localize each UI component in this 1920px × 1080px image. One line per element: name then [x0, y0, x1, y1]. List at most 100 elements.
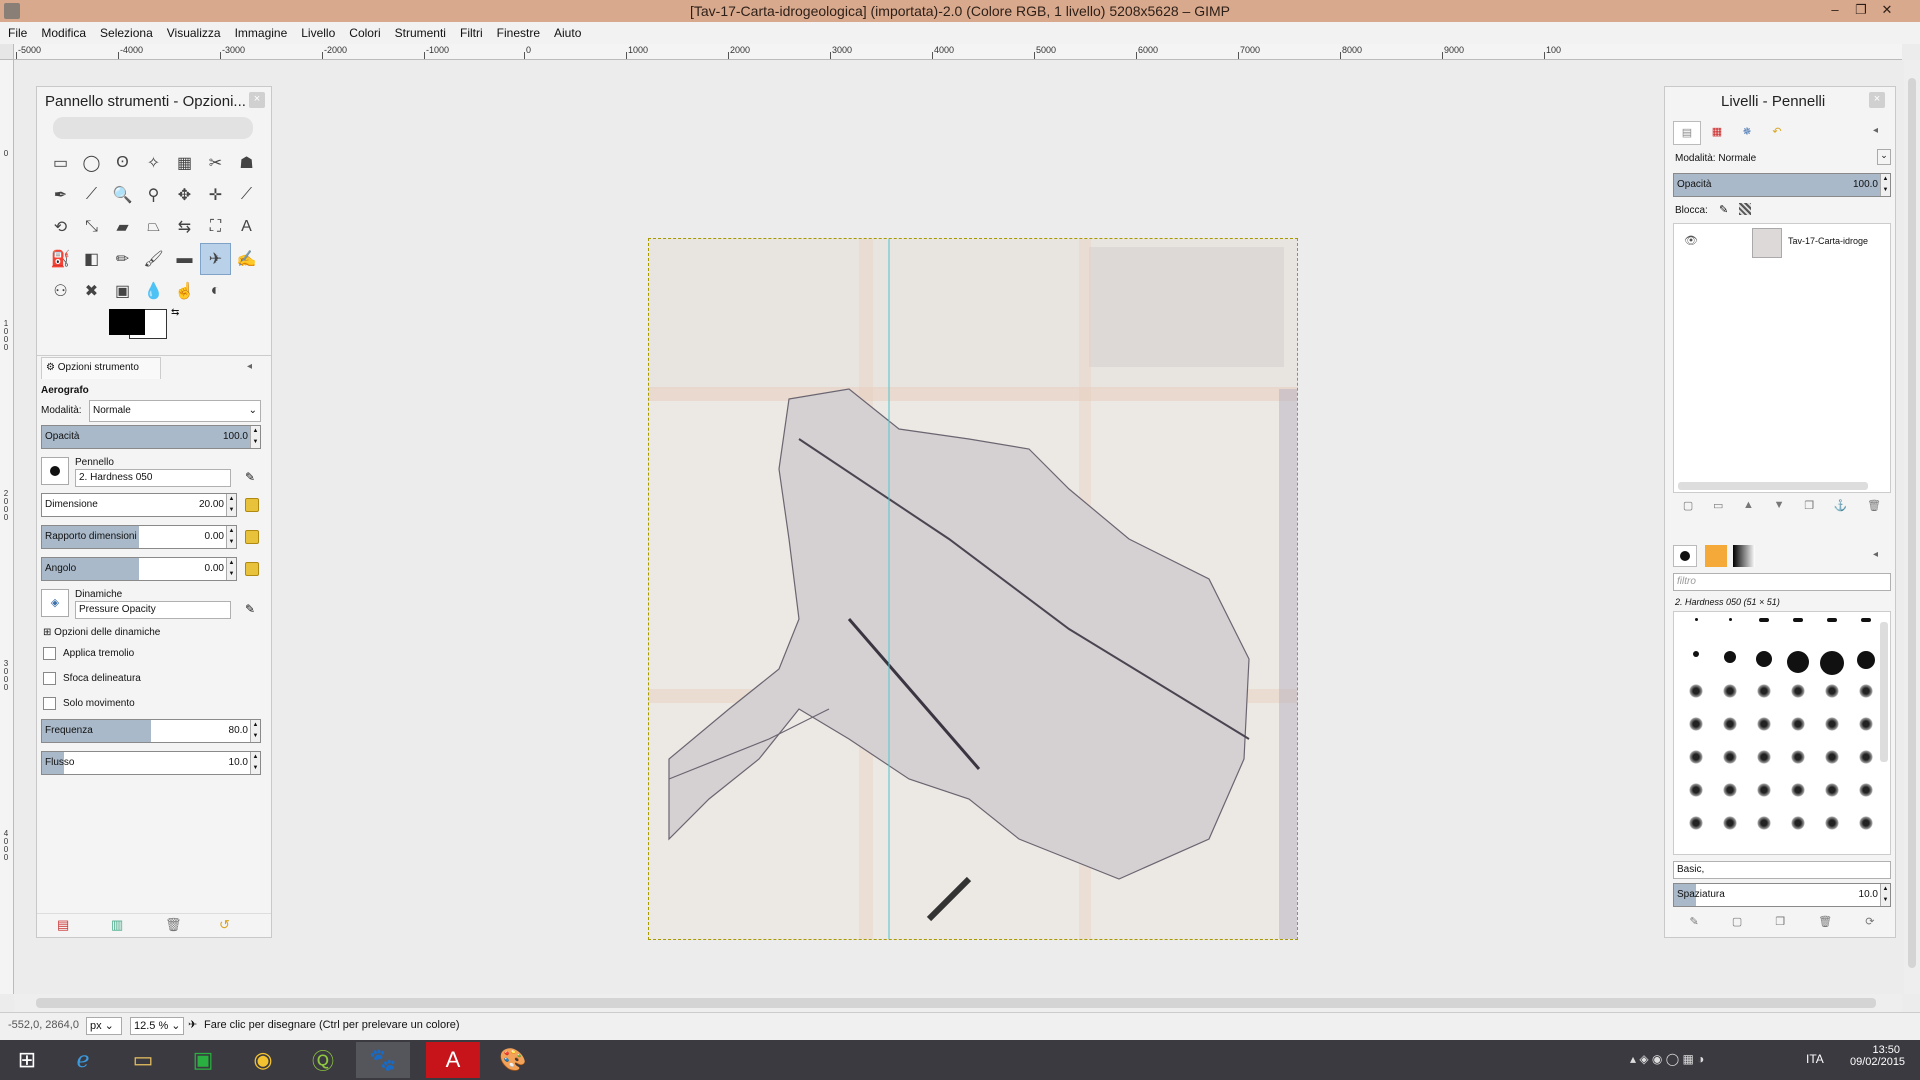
- color-select-icon[interactable]: ▦: [169, 147, 200, 179]
- clone-icon[interactable]: ⚇: [45, 275, 76, 307]
- brush-preset[interactable]: [1825, 684, 1839, 698]
- reset-options-icon[interactable]: ↺: [219, 917, 230, 933]
- dynamics-field[interactable]: Pressure Opacity: [75, 601, 231, 619]
- brush-preset[interactable]: [1723, 717, 1737, 731]
- configure-layers-tab-icon[interactable]: ◂: [1873, 125, 1878, 136]
- gimp-app-icon[interactable]: [4, 3, 20, 19]
- configure-brushes-tab-icon[interactable]: ◂: [1873, 549, 1878, 560]
- configure-tab-icon[interactable]: ◂: [247, 361, 252, 372]
- brush-preset[interactable]: [1757, 783, 1771, 797]
- image-canvas[interactable]: [648, 238, 1298, 940]
- brush-preset[interactable]: [1825, 816, 1839, 830]
- menu-file[interactable]: File: [8, 26, 27, 40]
- motion-only-checkbox[interactable]: [43, 697, 56, 710]
- gimp-taskbar-icon[interactable]: 🐾: [356, 1042, 410, 1078]
- swap-colors-icon[interactable]: ⇆: [171, 307, 179, 318]
- delete-options-icon[interactable]: 🗑: [165, 917, 182, 933]
- ruler-corner[interactable]: [0, 44, 14, 60]
- dynamics-preview-icon[interactable]: ◈: [41, 589, 69, 617]
- brush-tag-input[interactable]: Basic,: [1673, 861, 1891, 879]
- tray-icons[interactable]: ▴ ◈ ◉ ◯ ▦ ◑: [1630, 1052, 1704, 1066]
- anchor-layer-icon[interactable]: ⚓: [1834, 499, 1848, 517]
- minimize-button[interactable]: –: [1822, 0, 1848, 22]
- brush-preset[interactable]: [1859, 684, 1873, 698]
- airbrush-icon[interactable]: ✈: [200, 243, 231, 275]
- paintbrush-icon[interactable]: 🖌: [138, 243, 169, 275]
- align-icon[interactable]: ✛: [200, 179, 231, 211]
- brush-preset[interactable]: [1757, 816, 1771, 830]
- dodge-burn-icon[interactable]: ◐: [200, 275, 231, 307]
- tab-brushes-icon[interactable]: [1673, 545, 1697, 567]
- move-icon[interactable]: ✥: [169, 179, 200, 211]
- brush-grid[interactable]: [1673, 611, 1891, 855]
- rect-select-icon[interactable]: ▭: [45, 147, 76, 179]
- crop-icon[interactable]: ⟋: [231, 179, 262, 211]
- zoom-select[interactable]: 12.5 % ⌄: [130, 1017, 184, 1035]
- brush-preset[interactable]: [1723, 684, 1737, 698]
- dynamics-options-expander[interactable]: ⊞ Opzioni delle dinamiche: [43, 627, 160, 638]
- brush-preset[interactable]: [1724, 651, 1736, 663]
- zoom-icon[interactable]: 🔍: [107, 179, 138, 211]
- brush-preset[interactable]: [1787, 651, 1809, 673]
- explorer-icon[interactable]: ▭: [116, 1042, 170, 1078]
- brush-preset[interactable]: [1791, 816, 1805, 830]
- brush-preset[interactable]: [1693, 651, 1699, 657]
- blend-icon[interactable]: ◧: [76, 243, 107, 275]
- paths-icon[interactable]: ✒: [45, 179, 76, 211]
- blur-icon[interactable]: 💧: [138, 275, 169, 307]
- toolbox-close-button[interactable]: ×: [249, 92, 265, 108]
- brush-preset[interactable]: [1728, 618, 1732, 621]
- tab-layers-icon[interactable]: ▤: [1673, 121, 1701, 145]
- brush-preset[interactable]: [1859, 717, 1873, 731]
- opacity-slider[interactable]: Opacità 100.0 ▲ ▼: [41, 425, 261, 449]
- brush-grid-scrollbar[interactable]: [1880, 622, 1888, 762]
- brush-preset[interactable]: [1859, 750, 1873, 764]
- layers-close-button[interactable]: ×: [1869, 92, 1885, 108]
- rate-slider[interactable]: Frequenza 80.0 ▲ ▼: [41, 719, 261, 743]
- brush-preset[interactable]: [1689, 783, 1703, 797]
- edit-brush-button-icon[interactable]: ✎: [1690, 915, 1699, 933]
- new-layer-group-icon[interactable]: ▭: [1713, 499, 1723, 517]
- ellipse-select-icon[interactable]: ◯: [76, 147, 107, 179]
- tab-channels-icon[interactable]: ▦: [1703, 121, 1731, 145]
- smudge-icon[interactable]: ☝: [169, 275, 200, 307]
- brush-preset[interactable]: [1757, 750, 1771, 764]
- menu-seleziona[interactable]: Seleziona: [100, 26, 153, 40]
- brush-preset[interactable]: [1723, 783, 1737, 797]
- restore-options-icon[interactable]: ▥: [111, 917, 123, 933]
- paint-icon[interactable]: 🎨: [486, 1042, 540, 1078]
- jitter-checkbox[interactable]: [43, 647, 56, 660]
- foreground-select-icon[interactable]: ☗: [231, 147, 262, 179]
- brush-preset[interactable]: [1825, 717, 1839, 731]
- store-icon[interactable]: ▣: [176, 1042, 230, 1078]
- unit-select[interactable]: px ⌄: [86, 1017, 122, 1035]
- scissors-icon[interactable]: ✂: [200, 147, 231, 179]
- edit-brush-icon[interactable]: ✎: [245, 470, 255, 484]
- bucket-fill-icon[interactable]: ⛽: [45, 243, 76, 275]
- brush-preset[interactable]: [1757, 717, 1771, 731]
- menu-modifica[interactable]: Modifica: [41, 26, 86, 40]
- aspect-ratio-slider[interactable]: Rapporto dimensioni 0.00 ▲ ▼: [41, 525, 237, 549]
- heal-icon[interactable]: ✖: [76, 275, 107, 307]
- delete-layer-icon[interactable]: 🗑: [1867, 499, 1881, 517]
- color-picker-icon[interactable]: ⟋: [76, 179, 107, 211]
- opacity-spinner[interactable]: ▲ ▼: [250, 426, 260, 448]
- eraser-icon[interactable]: ▬: [169, 243, 200, 275]
- tab-tool-options[interactable]: ⚙ Opzioni strumento: [41, 357, 161, 379]
- menu-colori[interactable]: Colori: [349, 26, 380, 40]
- brush-preset[interactable]: [1757, 684, 1771, 698]
- tab-undo-icon[interactable]: ↶: [1763, 121, 1791, 145]
- duplicate-layer-icon[interactable]: ❐: [1804, 499, 1814, 517]
- brush-preset[interactable]: [1825, 750, 1839, 764]
- edit-dynamics-icon[interactable]: ✎: [245, 602, 255, 616]
- brush-filter-input[interactable]: filtro: [1673, 573, 1891, 591]
- brush-preset[interactable]: [1820, 651, 1844, 675]
- fade-checkbox[interactable]: [43, 672, 56, 685]
- qgis-icon[interactable]: Ⓠ: [296, 1042, 350, 1078]
- brush-preset[interactable]: [1793, 618, 1803, 622]
- brush-preset[interactable]: [1791, 684, 1805, 698]
- brush-preset[interactable]: [1859, 783, 1873, 797]
- shear-icon[interactable]: ▰: [107, 211, 138, 243]
- brush-preset[interactable]: [1723, 750, 1737, 764]
- menu-immagine[interactable]: Immagine: [235, 26, 288, 40]
